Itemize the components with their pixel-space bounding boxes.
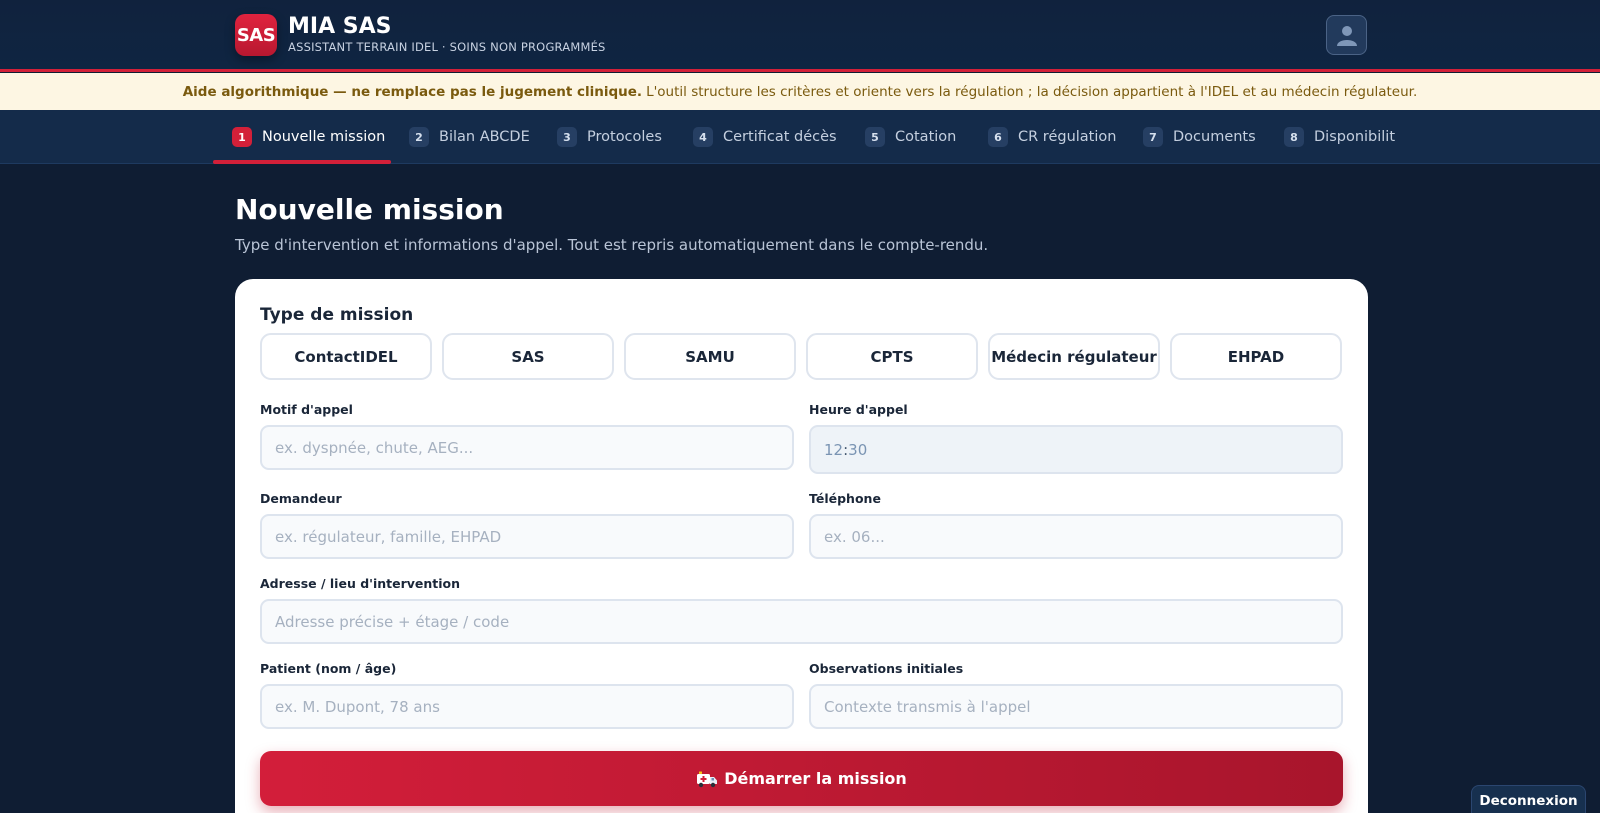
observations-input[interactable]: Contexte transmis à l'appel bbox=[809, 684, 1343, 729]
tab-certificat-deces[interactable]: 4 Certificat décès bbox=[693, 110, 837, 164]
heure-input[interactable]: 12:30 bbox=[809, 425, 1343, 474]
type-contactidel-button[interactable]: ContactIDEL bbox=[260, 333, 432, 380]
demandeur-input[interactable]: ex. régulateur, famille, EHPAD bbox=[260, 514, 794, 559]
type-medecin-regulateur-button[interactable]: Médecin régulateur bbox=[988, 333, 1160, 380]
logout-button[interactable]: Deconnexion bbox=[1471, 785, 1586, 813]
telephone-input[interactable]: ex. 06... bbox=[809, 514, 1343, 559]
tab-cr-regulation[interactable]: 6 CR régulation bbox=[988, 110, 1116, 164]
motif-input[interactable]: ex. dyspnée, chute, AEG... bbox=[260, 425, 794, 470]
disclaimer-text: L'outil structure les critères et orient… bbox=[646, 83, 1418, 100]
mission-form-card: Type de mission ContactIDEL SAS SAMU CPT… bbox=[235, 279, 1368, 813]
tab-label: CR régulation bbox=[1018, 129, 1117, 145]
tab-number: 7 bbox=[1143, 127, 1163, 147]
tab-label: Protocoles bbox=[587, 129, 662, 145]
adresse-input[interactable]: Adresse précise + étage / code bbox=[260, 599, 1343, 644]
tab-number: 4 bbox=[693, 127, 713, 147]
telephone-label: Téléphone bbox=[809, 491, 881, 506]
mission-type-label: Type de mission bbox=[260, 305, 414, 325]
start-mission-label: Démarrer la mission bbox=[724, 769, 907, 788]
heure-minutes[interactable]: 30 bbox=[848, 441, 867, 459]
tab-label: Cotation bbox=[895, 129, 957, 145]
tab-number: 3 bbox=[557, 127, 577, 147]
tab-disponibilite[interactable]: 8 Disponibilit bbox=[1284, 110, 1395, 164]
tab-bilan-abcde[interactable]: 2 Bilan ABCDE bbox=[409, 110, 530, 164]
type-cpts-button[interactable]: CPTS bbox=[806, 333, 978, 380]
heure-hours[interactable]: 12 bbox=[824, 441, 843, 459]
patient-input[interactable]: ex. M. Dupont, 78 ans bbox=[260, 684, 794, 729]
tab-protocoles[interactable]: 3 Protocoles bbox=[557, 110, 662, 164]
start-mission-button[interactable]: Démarrer la mission bbox=[260, 751, 1343, 806]
heure-label: Heure d'appel bbox=[809, 402, 908, 417]
tab-label: Documents bbox=[1173, 129, 1256, 145]
tab-label: Certificat décès bbox=[723, 129, 837, 145]
tab-number: 6 bbox=[988, 127, 1008, 147]
top-bar: SAS MIA SAS ASSISTANT TERRAIN IDEL · SOI… bbox=[0, 0, 1600, 72]
user-icon bbox=[1336, 26, 1357, 46]
tab-label: Nouvelle mission bbox=[262, 129, 386, 145]
step-tabs: 1 Nouvelle mission 2 Bilan ABCDE 3 Proto… bbox=[0, 110, 1600, 164]
app-logo: SAS bbox=[235, 14, 277, 56]
disclaimer-bold: Aide algorithmique — ne remplace pas le … bbox=[182, 83, 643, 100]
user-menu-button[interactable] bbox=[1326, 15, 1367, 55]
tab-nouvelle-mission[interactable]: 1 Nouvelle mission bbox=[232, 110, 385, 164]
app-title: MIA SAS bbox=[288, 14, 392, 39]
type-ehpad-button[interactable]: EHPAD bbox=[1170, 333, 1342, 380]
tab-number: 1 bbox=[232, 127, 252, 147]
adresse-label: Adresse / lieu d'intervention bbox=[260, 576, 461, 591]
observations-label: Observations initiales bbox=[809, 661, 964, 676]
tab-cotation[interactable]: 5 Cotation bbox=[865, 110, 956, 164]
disclaimer-banner: Aide algorithmique — ne remplace pas le … bbox=[0, 73, 1600, 110]
tab-number: 5 bbox=[865, 127, 885, 147]
app-subtitle: ASSISTANT TERRAIN IDEL · SOINS NON PROGR… bbox=[288, 40, 606, 54]
tab-number: 2 bbox=[409, 127, 429, 147]
patient-label: Patient (nom / âge) bbox=[260, 661, 397, 676]
tab-documents[interactable]: 7 Documents bbox=[1143, 110, 1256, 164]
type-samu-button[interactable]: SAMU bbox=[624, 333, 796, 380]
page-subtitle: Type d'intervention et informations d'ap… bbox=[235, 236, 989, 254]
tab-label: Bilan ABCDE bbox=[439, 129, 530, 145]
tab-number: 8 bbox=[1284, 127, 1304, 147]
page-title: Nouvelle mission bbox=[235, 193, 504, 226]
motif-label: Motif d'appel bbox=[260, 402, 353, 417]
tab-label: Disponibilit bbox=[1314, 129, 1396, 145]
type-sas-button[interactable]: SAS bbox=[442, 333, 614, 380]
active-tab-indicator bbox=[213, 160, 391, 164]
demandeur-label: Demandeur bbox=[260, 491, 342, 506]
ambulance-icon bbox=[696, 770, 718, 788]
